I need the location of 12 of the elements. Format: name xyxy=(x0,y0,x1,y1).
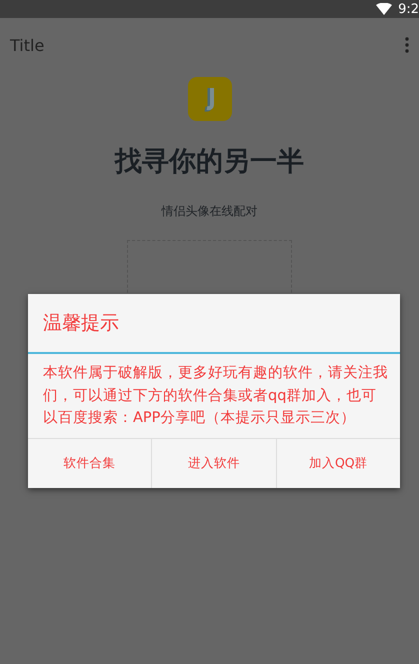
dialog-title: 温馨提示 xyxy=(28,294,400,354)
wifi-icon xyxy=(376,3,392,15)
more-icon[interactable] xyxy=(405,37,409,53)
dialog-button[interactable]: 软件合集 xyxy=(28,438,152,488)
status-time: 9:2 xyxy=(398,2,419,16)
app-logo-icon xyxy=(188,77,232,121)
dialog-button[interactable]: 加入QQ群 xyxy=(276,438,400,488)
app-title: Title xyxy=(10,36,44,54)
subtitle: 情侣头像在线配对 xyxy=(162,203,258,220)
headline: 找寻你的另一半 xyxy=(115,145,304,179)
dialog-button[interactable]: 进入软件 xyxy=(152,438,277,488)
dialog-message: 本软件属于破解版，更多好玩有趣的软件，请关注我们，可以通过下方的软件合集或者qq群加入，也可以百度搜索：APP分享吧（本提示只显示三次） xyxy=(42,364,389,428)
